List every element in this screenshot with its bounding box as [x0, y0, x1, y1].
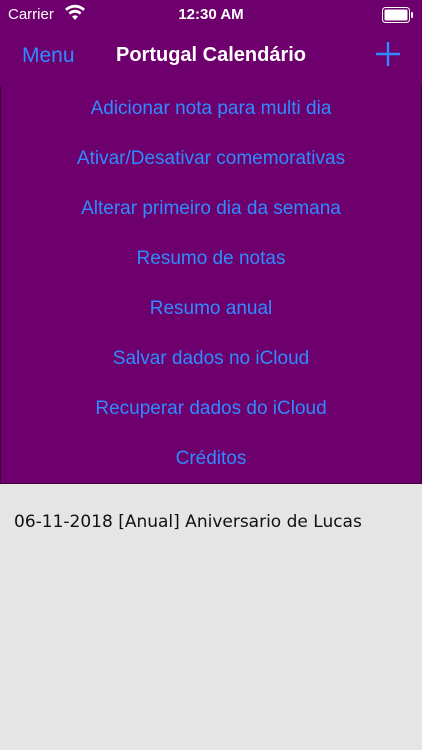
page-title: Portugal Calendário	[115, 44, 307, 66]
status-time: 12:30 AM	[178, 6, 244, 23]
list-item[interactable]: 06-11-2018 [Anual] Aniversario de Lucas	[14, 512, 362, 532]
menu-item-save-icloud[interactable]: Salvar dados no iCloud	[1, 344, 421, 374]
menu-item-notes-summary[interactable]: Resumo de notas	[1, 244, 421, 274]
status-bar: Carrier 12:30 AM	[0, 0, 422, 30]
menu-item-toggle-commemoratives[interactable]: Ativar/Desativar comemorativas	[1, 144, 421, 174]
menu-item-credits[interactable]: Créditos	[1, 444, 421, 474]
menu-item-restore-icloud[interactable]: Recuperar dados do iCloud	[1, 394, 421, 424]
navigation-bar: Menu Portugal Calendário	[0, 30, 422, 87]
menu-item-change-first-weekday[interactable]: Alterar primeiro dia da semana	[1, 194, 421, 224]
menu-item-annual-summary[interactable]: Resumo anual	[1, 294, 421, 324]
menu-panel: Adicionar nota para multi dia Ativar/Des…	[0, 86, 422, 484]
plus-icon[interactable]	[374, 40, 402, 68]
notes-list: 06-11-2018 [Anual] Aniversario de Lucas	[0, 484, 422, 750]
menu-item-add-multi-day-note[interactable]: Adicionar nota para multi dia	[1, 94, 421, 124]
battery-icon	[382, 7, 413, 23]
